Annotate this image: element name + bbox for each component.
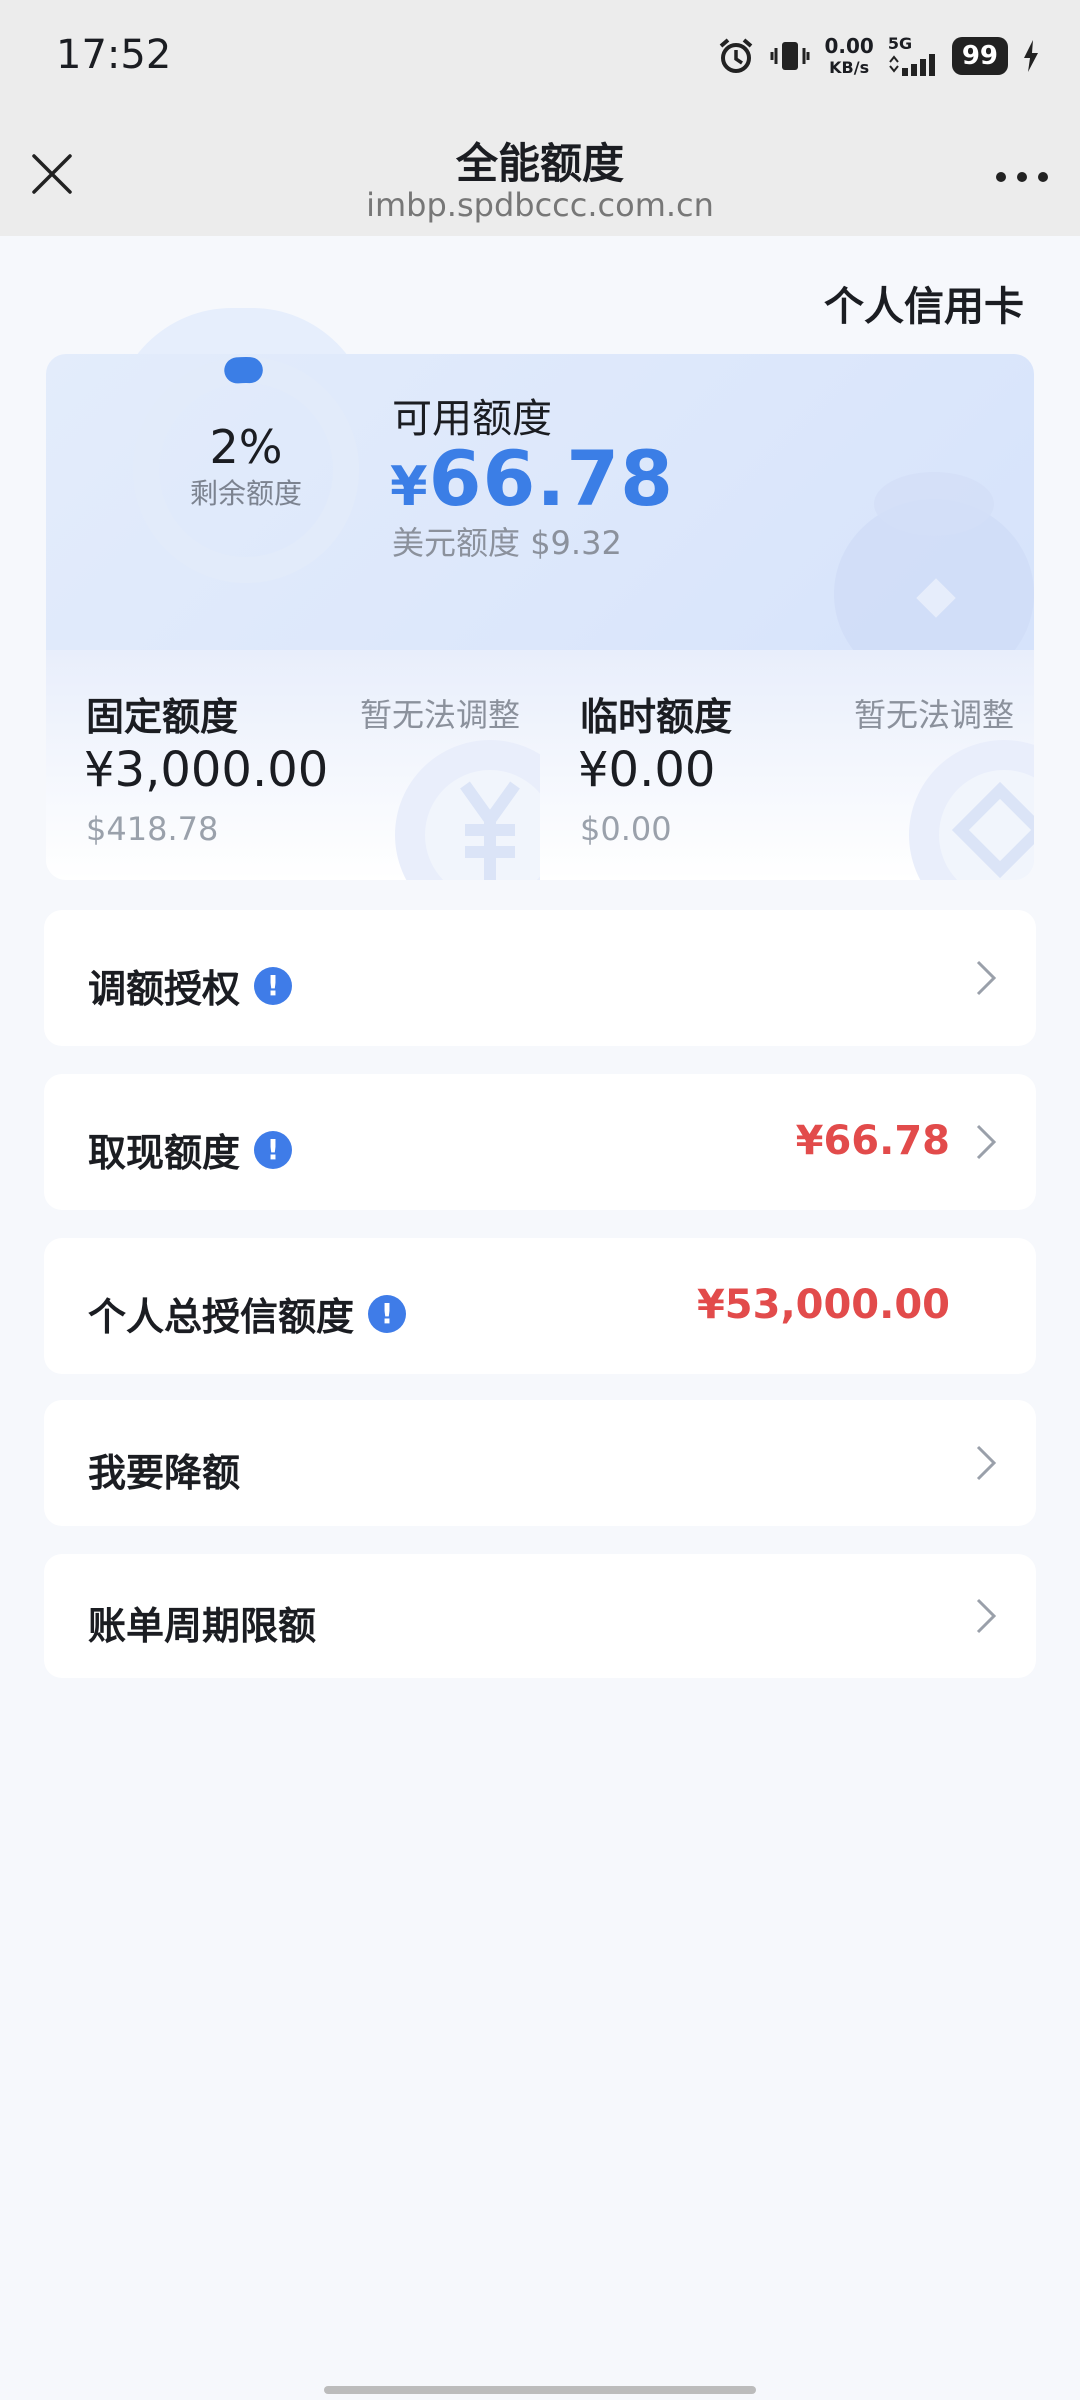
vibrate-icon	[770, 36, 810, 76]
usd-limit-label: 美元额度	[392, 524, 521, 562]
fixed-limit-usd: $418.78	[86, 810, 219, 848]
fixed-limit-amount: ¥3,000.00	[84, 742, 329, 798]
network-type: 5G	[887, 34, 913, 53]
status-time: 17:52	[56, 32, 172, 78]
chevron-right-icon	[976, 1124, 997, 1160]
signal-icon	[889, 54, 935, 76]
battery-level: 99	[951, 37, 1008, 75]
fixed-limit-card: 固定额度 暂无法调整 ¥3,000.00 $418.78	[46, 650, 542, 880]
row-adjust-authorization[interactable]: 调额授权 !	[44, 910, 1036, 1046]
remaining-percent: 2%	[209, 420, 283, 474]
billing-cycle-limit-label: 账单周期限额	[88, 1604, 317, 1648]
usd-limit: 美元额度 $9.32	[392, 518, 622, 564]
page-domain: imbp.spdbccc.com.cn	[366, 186, 714, 224]
usd-limit-value: $9.32	[530, 524, 622, 562]
info-icon[interactable]: !	[254, 1130, 293, 1169]
alarm-icon	[716, 36, 756, 76]
fixed-limit-note: 暂无法调整	[359, 696, 520, 734]
limit-breakdown: 固定额度 暂无法调整 ¥3,000.00 $418.78 临时额度 暂无法调整 …	[46, 650, 1034, 880]
charging-icon	[1022, 39, 1040, 73]
row-label: 调额授权 !	[88, 958, 293, 1013]
nav-bar: 全能额度 imbp.spdbccc.com.cn	[0, 110, 1080, 236]
row-reduce-limit[interactable]: 我要降额	[44, 1400, 1036, 1526]
chevron-right-icon	[976, 1445, 997, 1481]
temporary-limit-label: 临时额度	[580, 695, 733, 739]
row-cash-advance-limit[interactable]: 取现额度 ! ¥66.78	[44, 1074, 1036, 1210]
info-icon[interactable]: !	[254, 966, 293, 1005]
chevron-right-icon	[976, 1598, 997, 1634]
total-credit-value: ¥53,000.00	[696, 1282, 950, 1328]
status-icons: 0.00 KB/s 5G 99	[716, 30, 1040, 82]
money-bag-icon	[834, 472, 1034, 650]
reduce-limit-label: 我要降额	[88, 1451, 241, 1495]
cellular-indicator: 5G	[888, 36, 938, 76]
remaining-label: 剩余额度	[189, 477, 302, 510]
row-label: 个人总授信额度 !	[88, 1286, 407, 1341]
diamond-coin-icon	[909, 740, 1034, 880]
cash-advance-label: 取现额度	[88, 1131, 241, 1175]
yuan-coin-icon	[395, 740, 540, 880]
status-bar: 17:52 0.00 KB/s 5G 99	[0, 0, 1080, 110]
available-currency: ¥	[390, 455, 429, 518]
available-amount-value: 66.78	[428, 434, 674, 523]
temporary-limit-amount: ¥0.00	[578, 742, 716, 798]
temporary-limit-usd: $0.00	[580, 810, 672, 848]
fixed-limit-label: 固定额度	[86, 695, 239, 739]
chevron-right-icon	[976, 960, 997, 996]
row-label: 取现额度 !	[88, 1122, 293, 1177]
cash-advance-value: ¥66.78	[795, 1118, 950, 1164]
adjust-authorization-label: 调额授权	[88, 967, 241, 1011]
page-title: 全能额度	[455, 139, 624, 188]
info-icon[interactable]: !	[368, 1294, 407, 1333]
row-billing-cycle-limit[interactable]: 账单周期限额	[44, 1554, 1036, 1678]
temporary-limit-note: 暂无法调整	[853, 696, 1014, 734]
more-options-icon[interactable]	[994, 170, 1050, 184]
home-indicator[interactable]	[324, 2386, 756, 2394]
network-speed-value: 0.00	[824, 34, 874, 58]
row-total-credit-limit: 个人总授信额度 ! ¥53,000.00	[44, 1238, 1036, 1374]
card-type-label[interactable]: 个人信用卡	[824, 274, 1024, 332]
network-speed-unit: KB/s	[829, 58, 870, 77]
temporary-limit-card: 临时额度 暂无法调整 ¥0.00 $0.00	[540, 650, 1034, 880]
total-credit-label: 个人总授信额度	[88, 1295, 355, 1339]
network-speed: 0.00 KB/s	[824, 36, 873, 76]
available-amount: ¥66.78	[390, 434, 674, 523]
